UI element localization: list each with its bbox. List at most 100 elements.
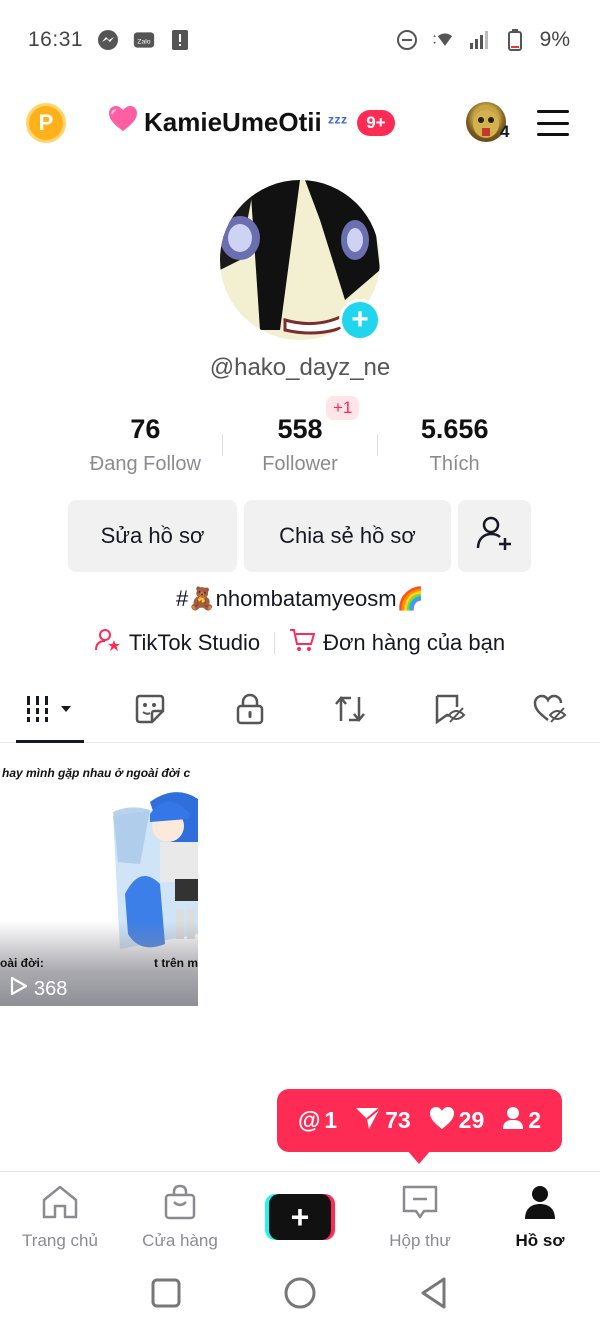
account-switcher[interactable]: KamieUmeOtii ᶻᶻᶻ 9+ [108,105,395,140]
wifi-icon [432,29,454,51]
sticker-icon [134,693,166,730]
nav-create[interactable]: + [240,1172,360,1257]
video-views: 368 [10,976,67,1002]
tab-videos[interactable] [0,680,100,743]
zalo-icon: Zalo [133,29,155,51]
dnd-icon [396,29,418,51]
messenger-icon [97,29,119,51]
activity-likes: 29 [429,1106,485,1136]
inbox-icon [401,1184,439,1225]
stat-likes[interactable]: 5.656 Thích [377,408,532,478]
stat-divider [222,434,223,456]
at-icon: @ [297,1107,321,1133]
videos-grid-icon [25,694,75,729]
tab-private[interactable] [200,680,300,742]
account-name: KamieUmeOtii [144,107,322,137]
tab-saved[interactable] [400,680,500,742]
home-circle-icon[interactable] [283,1276,317,1315]
content-tabs [0,680,600,743]
edit-profile-button[interactable]: Sửa hồ sơ [68,500,237,572]
profile-icon [522,1184,558,1225]
back-icon[interactable] [418,1276,450,1315]
following-label: Đang Follow [89,453,201,475]
stat-following[interactable]: 76 Đang Follow [68,408,223,478]
video-caption-left: oài đời: [0,956,44,970]
add-avatar-button[interactable]: + [339,299,381,341]
profile-header: P KamieUmeOtii ᶻᶻᶻ 9+ 4 [0,92,600,156]
orders-link[interactable]: Đơn hàng của bạn [289,628,505,658]
nav-profile-label: Hồ sơ [515,1231,565,1250]
tiktok-studio-link[interactable]: TikTok Studio [94,628,260,658]
studio-icon [94,628,121,658]
battery-level: 9% [539,28,570,51]
nav-profile[interactable]: Hồ sơ [480,1172,600,1257]
plus-icon: + [269,1194,331,1240]
heart-hidden-icon [533,693,567,730]
coin-button[interactable]: P [26,103,66,143]
profile-links: TikTok Studio Đơn hàng của bạn [0,628,600,658]
tab-stickers[interactable] [100,680,200,742]
profile-handle: @hako_dayz_ne [209,354,391,381]
profile-stats: 76 Đang Follow 558 Follower 5.656 Thích … [68,396,532,478]
activity-popup-pointer [407,1150,431,1164]
recents-icon[interactable] [150,1277,182,1314]
menu-icon[interactable] [537,110,569,136]
add-user-icon [475,513,515,559]
share-profile-button[interactable]: Chia sẻ hồ sơ [244,500,451,572]
svg-text:Zalo: Zalo [137,38,150,45]
profile-actions: Sửa hồ sơ Chia sẻ hồ sơ [68,500,531,572]
person-icon [502,1106,524,1136]
bottom-nav: Trang chủ Cửa hàng + Hộp thư Hồ sơ [0,1171,600,1257]
link-divider [274,632,276,654]
nav-home[interactable]: Trang chủ [0,1172,120,1257]
accounts-count: 4 [500,122,510,141]
nav-inbox-label: Hộp thư [389,1231,451,1250]
signal-icon [468,29,490,51]
followers-activity-count: 2 [528,1107,541,1133]
video-caption-top: hay mình gặp nhau ở ngoài đời c [2,766,191,780]
mentions-count: 1 [324,1107,338,1133]
add-friends-button[interactable] [458,500,531,572]
likes-count: 5.656 [420,414,489,444]
new-followers-badge: +1 [326,396,360,420]
notification-badge: 9+ [357,109,395,136]
battery-icon [504,29,526,51]
bookmark-hidden-icon [433,693,467,730]
tab-reposts[interactable] [300,680,400,742]
nav-shop[interactable]: Cửa hàng [120,1172,240,1257]
activity-shares: 73 [355,1106,411,1136]
shares-count: 73 [385,1107,411,1133]
nav-home-label: Trang chủ [22,1231,98,1250]
sleep-icon: ᶻᶻᶻ [327,112,348,132]
stat-divider [377,434,378,456]
likes-label: Thích [429,453,480,475]
shop-bag-icon [162,1184,198,1225]
play-icon [10,976,28,1002]
views-count: 368 [34,977,68,1000]
following-count: 76 [130,414,161,444]
active-tab-indicator [16,740,84,743]
repost-icon [333,693,367,730]
activity-popup[interactable]: @ 1 73 29 2 [277,1089,562,1152]
heart-icon [429,1106,455,1136]
activity-followers: 2 [502,1106,541,1136]
status-bar: 16:31 Zalo 9% [0,0,600,80]
lock-icon [235,693,265,730]
profile-bio: #🧸nhombatamyeosm🌈 [176,586,424,611]
activity-mentions: @ 1 [298,1107,337,1134]
heart-icon [108,105,138,140]
system-nav-bar [0,1257,600,1333]
coin-letter: P [38,110,54,135]
video-caption-right: t trên m [153,956,198,970]
likes-activity-count: 29 [458,1107,485,1133]
home-icon [40,1184,80,1225]
tab-liked[interactable] [500,680,600,742]
create-button[interactable]: + [265,1194,335,1240]
nav-inbox[interactable]: Hộp thư [360,1172,480,1257]
send-icon [355,1106,381,1136]
nav-shop-label: Cửa hàng [142,1231,218,1250]
cart-icon [289,628,316,658]
video-thumbnail[interactable]: hay mình gặp nhau ở ngoài đời c oài đời:… [0,744,198,1006]
status-time: 16:31 [28,28,84,51]
followers-label: Follower [262,453,338,475]
